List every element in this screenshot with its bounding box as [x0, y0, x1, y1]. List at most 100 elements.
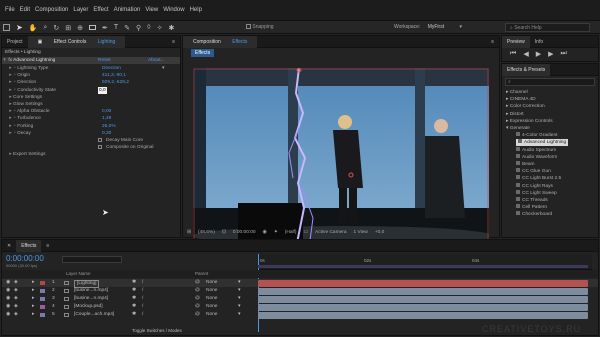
resolution-value[interactable]: (Half)	[285, 228, 297, 238]
parent-pickwhip-icon[interactable]: @	[195, 295, 200, 303]
eye-icon[interactable]: ◉	[6, 303, 10, 311]
effect-property-row[interactable]: ▸◔ Conductivity State 0,0	[2, 86, 180, 94]
roi-icon[interactable]: ▭	[304, 228, 309, 238]
parent-value[interactable]: None	[206, 311, 217, 319]
effect-item[interactable]: Checkerboard	[516, 211, 552, 218]
camera-tool-icon[interactable]: ⊞	[65, 24, 71, 32]
effect-property-row[interactable]: ▸◔ Lightning Type Direction ▾	[2, 65, 180, 72]
eye-icon[interactable]: ◉	[6, 311, 10, 319]
menu-item-animation[interactable]: Animation	[114, 7, 141, 13]
stopwatch-icon[interactable]: ◔	[13, 124, 16, 129]
layer-duration-bar[interactable]	[258, 288, 588, 295]
timeline-layer-row[interactable]: ◉ ◈ ▸ 2 [busine...n.mp4] ✱ / @ None ▾	[2, 287, 598, 295]
magnifier-icon[interactable]: ⊞	[187, 228, 191, 238]
checkbox-icon[interactable]	[98, 145, 102, 150]
offset-value[interactable]: +0,0	[375, 228, 384, 238]
chevron-down-icon[interactable]: ▾	[238, 295, 240, 303]
effect-item[interactable]: Beam	[516, 161, 535, 168]
effect-item[interactable]: CC Glue Gun	[516, 168, 551, 175]
parent-pickwhip-icon[interactable]: @	[195, 279, 200, 287]
parent-value[interactable]: None	[206, 295, 217, 303]
property-value[interactable]: 1,49	[102, 115, 111, 122]
chevron-down-icon[interactable]: ▾	[238, 287, 240, 295]
sub-tab-effects[interactable]: Effects	[191, 49, 215, 57]
effect-property-row[interactable]: ▸Core Settings	[2, 94, 180, 101]
effect-property-row[interactable]: Composite on Original	[2, 144, 180, 151]
fx-switch-icon[interactable]: /	[142, 295, 143, 303]
timeline-layer-row[interactable]: ◉ ◈ ▸ 3 [busine...n.mp4] ✱ / @ None ▾	[2, 295, 598, 303]
close-icon[interactable]: ✕	[2, 243, 16, 249]
property-value[interactable]: 25,0%	[102, 123, 116, 130]
zoom-tool-icon[interactable]: ⌕	[43, 24, 47, 32]
chevron-down-icon[interactable]: ▾	[162, 65, 164, 72]
layer-twirl-icon[interactable]: ▸	[32, 311, 34, 319]
snapshot-icon[interactable]: ◉	[263, 228, 267, 238]
parent-value[interactable]: None	[206, 287, 217, 295]
twirl-right-icon[interactable]: ▸	[506, 104, 508, 109]
category-distort[interactable]: ▸ Distort	[506, 111, 524, 118]
effect-item[interactable]: Cell Pattern	[516, 204, 547, 211]
effects-search-input[interactable]: ⌕	[505, 78, 595, 86]
label-color-swatch[interactable]	[40, 289, 45, 293]
menu-item-view[interactable]: View	[145, 7, 158, 13]
text-tool-icon[interactable]: T	[114, 24, 118, 31]
chevron-down-icon[interactable]: ▾	[238, 279, 240, 287]
layer-duration-bar[interactable]	[258, 296, 588, 303]
last-frame-icon[interactable]: ⏭	[560, 50, 566, 58]
parent-pickwhip-icon[interactable]: @	[195, 303, 200, 311]
property-value[interactable]: 0,00	[102, 108, 111, 115]
parent-pickwhip-icon[interactable]: @	[195, 287, 200, 295]
category-cinema-4d[interactable]: ▸ CINEMA 4D	[506, 96, 536, 103]
select-tool-icon[interactable]: ➤	[16, 23, 23, 32]
twirl-right-icon[interactable]: ▸	[506, 97, 508, 102]
effect-item[interactable]: Audio Spectrum	[516, 146, 556, 154]
twirl-right-icon[interactable]: ▸	[506, 112, 508, 117]
effect-item[interactable]: CC Light Rays	[516, 182, 553, 190]
effect-item[interactable]: Audio Waveform	[516, 153, 557, 161]
tab-preview[interactable]: Preview	[502, 35, 530, 48]
menu-item-composition[interactable]: Composition	[35, 7, 68, 13]
composition-menu-icon[interactable]: ≡	[486, 39, 499, 45]
audio-icon[interactable]: ◈	[14, 303, 18, 311]
search-help-input[interactable]: ⌕ Search Help	[505, 23, 590, 32]
roto-tool-icon[interactable]: ✧	[157, 24, 163, 32]
stopwatch-icon[interactable]: ◔	[13, 80, 16, 85]
viewer-timecode[interactable]: 0:00:00:00	[233, 228, 256, 238]
effect-property-row[interactable]: ▸◔ Alpha Obstacle 0,00	[2, 108, 180, 115]
hand-tool-icon[interactable]: ✋	[29, 24, 38, 32]
play-icon[interactable]: ▶	[536, 50, 541, 58]
effect-item[interactable]: CC Light Burst 2.5	[516, 175, 561, 182]
zoom-value[interactable]: (48,6%)	[198, 228, 215, 238]
category-color-correction[interactable]: ▸ Color Correction	[506, 103, 545, 110]
layer-duration-bar[interactable]	[258, 304, 588, 311]
effect-property-row[interactable]: ▸Glow Settings	[2, 101, 180, 108]
fx-icon[interactable]: fx	[8, 57, 12, 64]
audio-icon[interactable]: ◈	[14, 287, 18, 295]
chevron-down-icon[interactable]: ▾	[238, 303, 240, 311]
tab-composition[interactable]: Composition Effects	[183, 35, 258, 48]
channel-icon[interactable]: ✦	[274, 228, 278, 238]
layer-name[interactable]: [Couple...ach.mp4]	[74, 311, 114, 319]
effect-property-row[interactable]: ▸◔ Direction 509,2,-628,2	[2, 79, 180, 86]
menu-item-layer[interactable]: Layer	[73, 7, 88, 13]
rotate-tool-icon[interactable]: ↻	[53, 24, 59, 32]
parent-value[interactable]: None	[206, 279, 217, 287]
effect-item[interactable]: 4-Color Gradient	[516, 132, 557, 139]
layer-twirl-icon[interactable]: ▸	[32, 295, 34, 303]
prev-frame-icon[interactable]: ◀	[523, 50, 528, 58]
effect-property-row[interactable]: ▸◔ Turbulence 1,49	[2, 115, 180, 122]
tab-effects-presets[interactable]: Effects & Presets	[502, 63, 551, 76]
stopwatch-icon[interactable]: ◔	[13, 88, 16, 93]
timeline-timecode[interactable]: 0:00:00:00	[6, 254, 44, 263]
menu-item-file[interactable]: File	[5, 7, 15, 13]
switch-icon[interactable]: ✱	[132, 295, 136, 303]
layer-twirl-icon[interactable]: ▸	[32, 287, 34, 295]
next-frame-icon[interactable]: ▶	[548, 50, 553, 58]
layer-duration-bar[interactable]	[258, 312, 588, 319]
work-area-bar[interactable]	[258, 265, 588, 268]
effect-property-row[interactable]: ▸◔ Origin 411,3,-90,1	[2, 72, 180, 79]
fx-switch-icon[interactable]: /	[142, 303, 143, 311]
brush-tool-icon[interactable]: ✎	[124, 24, 130, 32]
audio-icon[interactable]: ◈	[14, 311, 18, 319]
layer-duration-bar[interactable]	[258, 280, 588, 287]
